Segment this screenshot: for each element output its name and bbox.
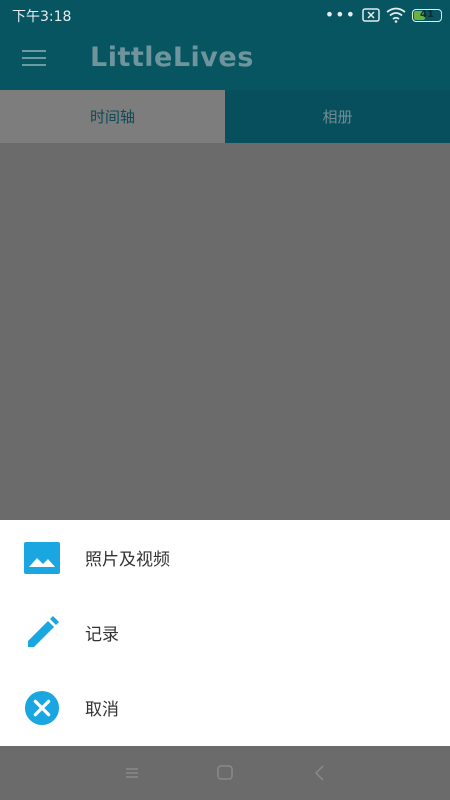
tab-label: 相册: [322, 108, 353, 126]
app-title: LittleLives: [90, 42, 254, 73]
status-time: 下午3:18: [12, 9, 72, 25]
photos-videos-option[interactable]: 照片及视频: [0, 520, 450, 595]
image-icon: [24, 540, 60, 576]
wifi-icon: [386, 7, 406, 23]
record-option[interactable]: 记录: [0, 595, 450, 670]
menu-icon[interactable]: [22, 50, 48, 70]
app-bar: LittleLives: [0, 30, 450, 90]
option-label: 记录: [85, 625, 119, 645]
option-label: 取消: [85, 700, 119, 720]
status-bar: 下午3:18 ••• 41: [0, 0, 450, 30]
option-label: 照片及视频: [85, 550, 170, 570]
status-icons: ••• 41: [325, 6, 442, 24]
action-sheet: 照片及视频 记录 取消: [0, 520, 450, 746]
scrim-overlay[interactable]: [0, 143, 450, 520]
battery-level: 41: [420, 8, 434, 20]
home-icon[interactable]: [214, 763, 236, 783]
tab-label: 时间轴: [89, 108, 135, 126]
battery-icon: 41: [412, 8, 442, 22]
tab-album[interactable]: 相册: [225, 90, 450, 143]
cancel-icon: [24, 690, 60, 726]
tab-bar: 时间轴 相册: [0, 90, 450, 143]
back-icon[interactable]: [309, 763, 331, 783]
cancel-option[interactable]: 取消: [0, 670, 450, 745]
more-notifications-icon: •••: [324, 5, 356, 24]
tab-timeline[interactable]: 时间轴: [0, 90, 225, 143]
recent-apps-icon[interactable]: [121, 763, 143, 783]
no-sim-icon: [362, 8, 380, 22]
system-nav-bar: [0, 746, 450, 800]
pencil-icon: [24, 615, 60, 651]
